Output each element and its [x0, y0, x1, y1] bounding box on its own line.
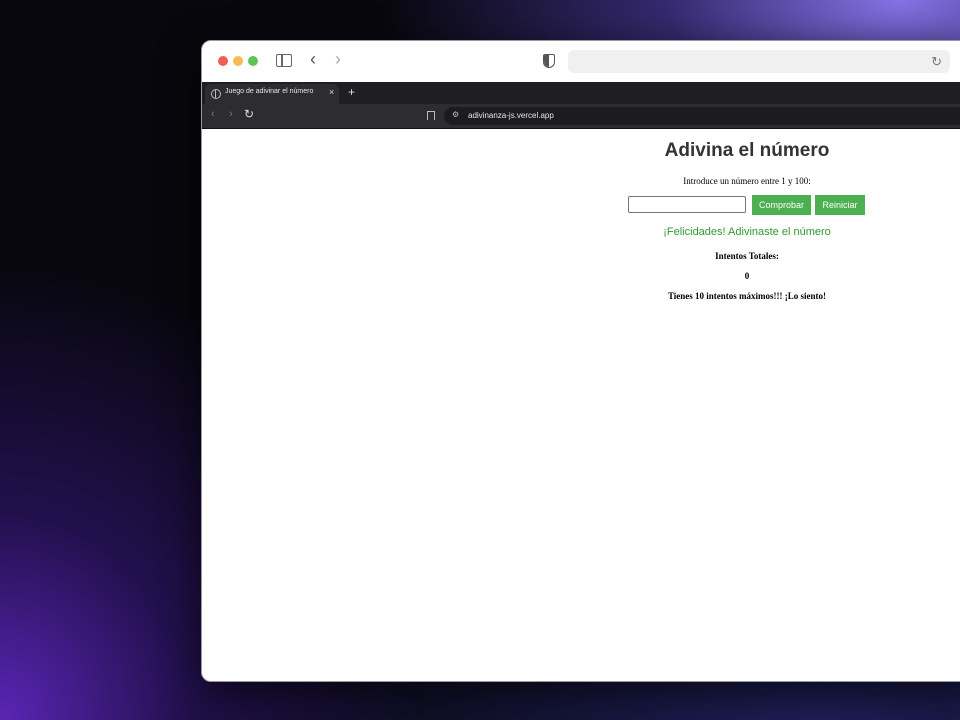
guess-input[interactable] — [628, 196, 746, 213]
outer-toolbar: ‹ › ↻ — [202, 41, 960, 83]
close-window-button[interactable] — [218, 56, 228, 66]
check-button[interactable]: Comprobar — [752, 195, 811, 215]
page-viewport: Adivina el número Introduce un número en… — [202, 129, 960, 681]
navigation-bar: ‹ › ↻ ⚙ adivinanza-js.vercel.app — [202, 104, 960, 129]
forward-arrow-icon[interactable]: › — [335, 50, 341, 68]
forward-icon[interactable]: › — [229, 108, 233, 120]
max-attempts-note: Tienes 10 intentos máximos!!! ¡Lo siento… — [667, 291, 827, 301]
sidebar-toggle-icon[interactable] — [276, 54, 292, 67]
tab-close-icon[interactable]: × — [329, 87, 334, 97]
refresh-icon[interactable]: ↻ — [244, 107, 254, 121]
tab-title: Juego de adivinar el número — [225, 88, 314, 95]
attempts-count: 0 — [744, 271, 750, 281]
back-icon[interactable]: ‹ — [211, 108, 215, 120]
result-message: ¡Felicidades! Adivinaste el número — [663, 226, 831, 238]
address-bar[interactable]: ⚙ adivinanza-js.vercel.app — [444, 107, 960, 125]
browser-window: ‹ › ↻ Juego de adivinar el número × + ‹ … — [201, 40, 960, 682]
reload-icon[interactable]: ↻ — [931, 54, 942, 70]
new-tab-icon[interactable]: + — [348, 85, 355, 99]
minimize-window-button[interactable] — [233, 56, 243, 66]
instructions-text: Introduce un número entre 1 y 100: — [683, 176, 811, 186]
attempts-label: Intentos Totales: — [715, 251, 779, 261]
outer-address-bar[interactable]: ↻ — [568, 50, 950, 73]
bookmark-icon[interactable] — [427, 111, 435, 120]
url-text[interactable]: adivinanza-js.vercel.app — [468, 111, 554, 120]
tab-strip: Juego de adivinar el número × + — [202, 82, 960, 104]
globe-icon — [211, 89, 221, 99]
maximize-window-button[interactable] — [248, 56, 258, 66]
shield-icon[interactable] — [543, 54, 555, 68]
back-arrow-icon[interactable]: ‹ — [310, 50, 316, 68]
reset-button[interactable]: Reiniciar — [815, 195, 865, 215]
page-title: Adivina el número — [664, 140, 830, 161]
browser-tab[interactable]: Juego de adivinar el número × — [205, 84, 339, 104]
site-settings-icon[interactable]: ⚙ — [452, 110, 459, 119]
